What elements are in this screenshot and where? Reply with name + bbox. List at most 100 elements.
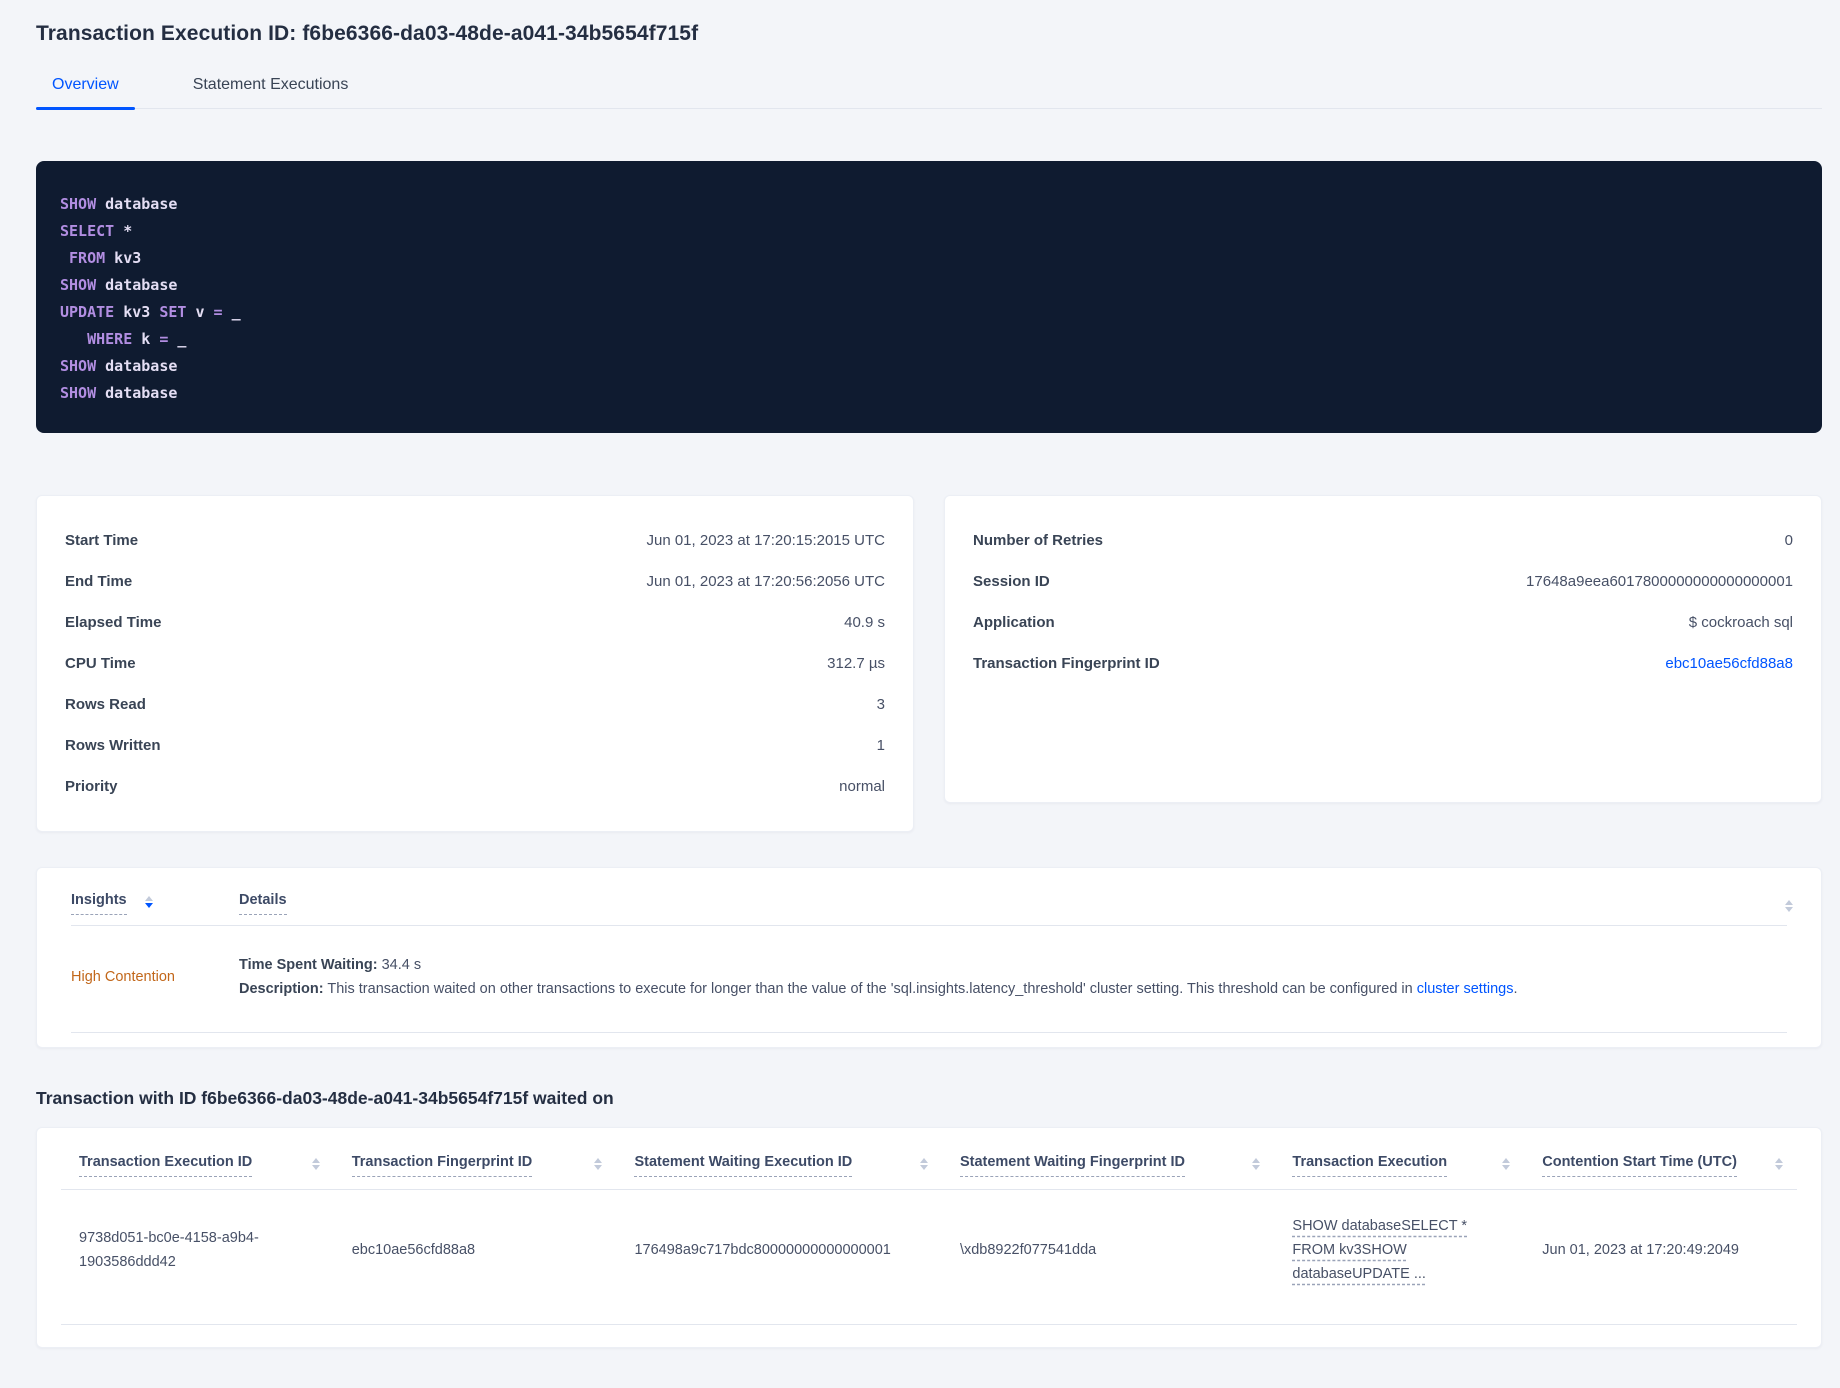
waited-table-header: Transaction Execution ID Transaction Fin… bbox=[61, 1128, 1797, 1190]
detail-value: Jun 01, 2023 at 17:20:56:2056 UTC bbox=[646, 573, 885, 590]
detail-row-rows-written: Rows Written 1 bbox=[65, 725, 885, 766]
detail-label: Rows Written bbox=[65, 737, 161, 754]
sql-identifier: _ bbox=[168, 330, 187, 348]
tab-overview[interactable]: Overview bbox=[36, 76, 135, 110]
detail-value: 17648a9eea6017800000000000000001 bbox=[1526, 573, 1793, 590]
extra-sort-header[interactable] bbox=[1767, 896, 1793, 912]
detail-row-session-id: Session ID 17648a9eea6017800000000000000… bbox=[973, 561, 1793, 602]
sql-keyword: WHERE bbox=[60, 330, 133, 348]
tab-bar: Overview Statement Executions bbox=[36, 76, 1822, 110]
detail-label: Application bbox=[973, 614, 1055, 631]
description-text: This transaction waited on other transac… bbox=[323, 981, 1417, 997]
sql-keyword: SHOW bbox=[60, 276, 97, 294]
sql-statements-box: SHOW database SELECT * FROM kv3 SHOW dat… bbox=[36, 161, 1822, 433]
detail-value: 3 bbox=[876, 696, 885, 713]
sql-keyword: SET bbox=[159, 303, 187, 321]
detail-row-start-time: Start Time Jun 01, 2023 at 17:20:15:2015… bbox=[65, 520, 885, 561]
col-contention-start-time[interactable]: Contention Start Time (UTC) bbox=[1524, 1154, 1797, 1177]
sql-keyword: FROM bbox=[60, 249, 106, 267]
detail-label: Priority bbox=[65, 778, 118, 795]
detail-row-priority: Priority normal bbox=[65, 766, 885, 807]
insight-type-label: High Contention bbox=[71, 969, 175, 985]
insights-column-header[interactable]: Insights bbox=[71, 892, 239, 915]
sort-icon[interactable] bbox=[1785, 899, 1793, 912]
cell-contention-start-time: Jun 01, 2023 at 17:20:49:2049 bbox=[1542, 1242, 1739, 1258]
insights-column-label: Insights bbox=[71, 892, 127, 915]
sql-identifier: database bbox=[96, 276, 178, 294]
detail-row-cpu-time: CPU Time 312.7 µs bbox=[65, 643, 885, 684]
sql-keyword: SHOW bbox=[60, 384, 97, 402]
column-label: Contention Start Time (UTC) bbox=[1542, 1154, 1737, 1177]
transaction-details-page: Transaction Execution ID: f6be6366-da03-… bbox=[0, 0, 1840, 1388]
transaction-fingerprint-link[interactable]: ebc10ae56cfd88a8 bbox=[1665, 655, 1793, 672]
detail-label: Rows Read bbox=[65, 696, 146, 713]
details-column-label: Details bbox=[239, 892, 287, 915]
col-statement-waiting-fingerprint-id[interactable]: Statement Waiting Fingerprint ID bbox=[942, 1154, 1274, 1177]
cell-transaction-fingerprint-id: ebc10ae56cfd88a8 bbox=[351, 1242, 476, 1258]
execution-details-card: Start Time Jun 01, 2023 at 17:20:15:2015… bbox=[36, 495, 914, 832]
sql-keyword: SHOW bbox=[60, 357, 97, 375]
insights-table-header: Insights Details bbox=[71, 868, 1793, 926]
time-spent-waiting-line: Time Spent Waiting: 34.4 s bbox=[239, 954, 1767, 976]
column-label: Transaction Execution bbox=[1292, 1154, 1448, 1177]
sort-icon[interactable] bbox=[1502, 1158, 1511, 1170]
detail-value: 1 bbox=[876, 737, 885, 754]
sql-identifier: database bbox=[96, 357, 178, 375]
col-transaction-execution-id[interactable]: Transaction Execution ID bbox=[61, 1154, 334, 1177]
sort-icon[interactable] bbox=[919, 1158, 928, 1170]
detail-row-application: Application $ cockroach sql bbox=[973, 602, 1793, 643]
detail-value: Jun 01, 2023 at 17:20:15:2015 UTC bbox=[646, 532, 885, 549]
detail-row-end-time: End Time Jun 01, 2023 at 17:20:56:2056 U… bbox=[65, 561, 885, 602]
time-spent-waiting-value: 34.4 s bbox=[377, 957, 422, 973]
sql-code: SHOW database SELECT * FROM kv3 SHOW dat… bbox=[60, 191, 1798, 407]
column-label: Statement Waiting Fingerprint ID bbox=[959, 1154, 1185, 1177]
detail-label: CPU Time bbox=[65, 655, 136, 672]
column-label: Transaction Execution ID bbox=[79, 1154, 253, 1177]
detail-value: normal bbox=[839, 778, 885, 795]
sql-identifier: database bbox=[96, 195, 178, 213]
details-column-header[interactable]: Details bbox=[239, 892, 1767, 915]
details-cards-row: Start Time Jun 01, 2023 at 17:20:15:2015… bbox=[36, 495, 1822, 832]
detail-row-txn-fingerprint-id: Transaction Fingerprint ID ebc10ae56cfd8… bbox=[973, 643, 1793, 684]
description-label: Description: bbox=[239, 981, 324, 997]
time-spent-waiting-label: Time Spent Waiting: bbox=[239, 957, 378, 973]
card-bottom-spacer bbox=[71, 1033, 1787, 1047]
sort-icon[interactable] bbox=[594, 1158, 603, 1170]
sql-identifier: kv3 bbox=[114, 303, 160, 321]
insight-details-cell: Time Spent Waiting: 34.4 s Description: … bbox=[239, 952, 1767, 1002]
detail-row-retries: Number of Retries 0 bbox=[973, 520, 1793, 561]
cluster-settings-link[interactable]: cluster settings bbox=[1417, 981, 1514, 997]
col-transaction-execution[interactable]: Transaction Execution bbox=[1274, 1154, 1524, 1177]
detail-label: Number of Retries bbox=[973, 532, 1104, 549]
description-period: . bbox=[1513, 981, 1518, 997]
col-statement-waiting-execution-id[interactable]: Statement Waiting Execution ID bbox=[616, 1154, 942, 1177]
sql-identifier: _ bbox=[222, 303, 241, 321]
col-transaction-fingerprint-id[interactable]: Transaction Fingerprint ID bbox=[334, 1154, 617, 1177]
cell-statement-waiting-execution-id: 176498a9c717bdc80000000000000001 bbox=[634, 1242, 891, 1258]
insight-description-line: Description: This transaction waited on … bbox=[239, 978, 1767, 1000]
detail-value: $ cockroach sql bbox=[1688, 614, 1793, 631]
detail-value: 40.9 s bbox=[844, 614, 885, 631]
detail-label: End Time bbox=[65, 573, 133, 590]
detail-label: Start Time bbox=[65, 532, 139, 549]
detail-row-rows-read: Rows Read 3 bbox=[65, 684, 885, 725]
detail-label: Session ID bbox=[973, 573, 1050, 590]
waited-table-row: 9738d051-bc0e-4158-a9b4-1903586ddd42 ebc… bbox=[61, 1190, 1797, 1325]
sort-icon[interactable] bbox=[1252, 1158, 1261, 1170]
tab-statement-executions[interactable]: Statement Executions bbox=[177, 76, 365, 108]
detail-value: 312.7 µs bbox=[827, 655, 885, 672]
cell-statement-waiting-fingerprint-id: \xdb8922f077541dda bbox=[959, 1242, 1097, 1258]
sql-identifier: k bbox=[132, 330, 160, 348]
sql-identifier: v bbox=[186, 303, 214, 321]
sql-keyword: UPDATE bbox=[60, 303, 115, 321]
sql-identifier: database bbox=[96, 384, 178, 402]
detail-value: 0 bbox=[1784, 532, 1793, 549]
sql-identifier: * bbox=[114, 222, 133, 240]
sort-icon[interactable] bbox=[311, 1158, 320, 1170]
sort-icon[interactable] bbox=[1774, 1158, 1783, 1170]
waited-on-heading: Transaction with ID f6be6366-da03-48de-a… bbox=[36, 1088, 614, 1108]
cell-transaction-execution-link[interactable]: SHOW databaseSELECT * FROM kv3SHOW datab… bbox=[1274, 1214, 1524, 1286]
insights-table-card: Insights Details High Contention Time Sp… bbox=[36, 867, 1822, 1048]
column-label: Transaction Fingerprint ID bbox=[351, 1154, 533, 1177]
sort-icon[interactable] bbox=[144, 896, 153, 908]
